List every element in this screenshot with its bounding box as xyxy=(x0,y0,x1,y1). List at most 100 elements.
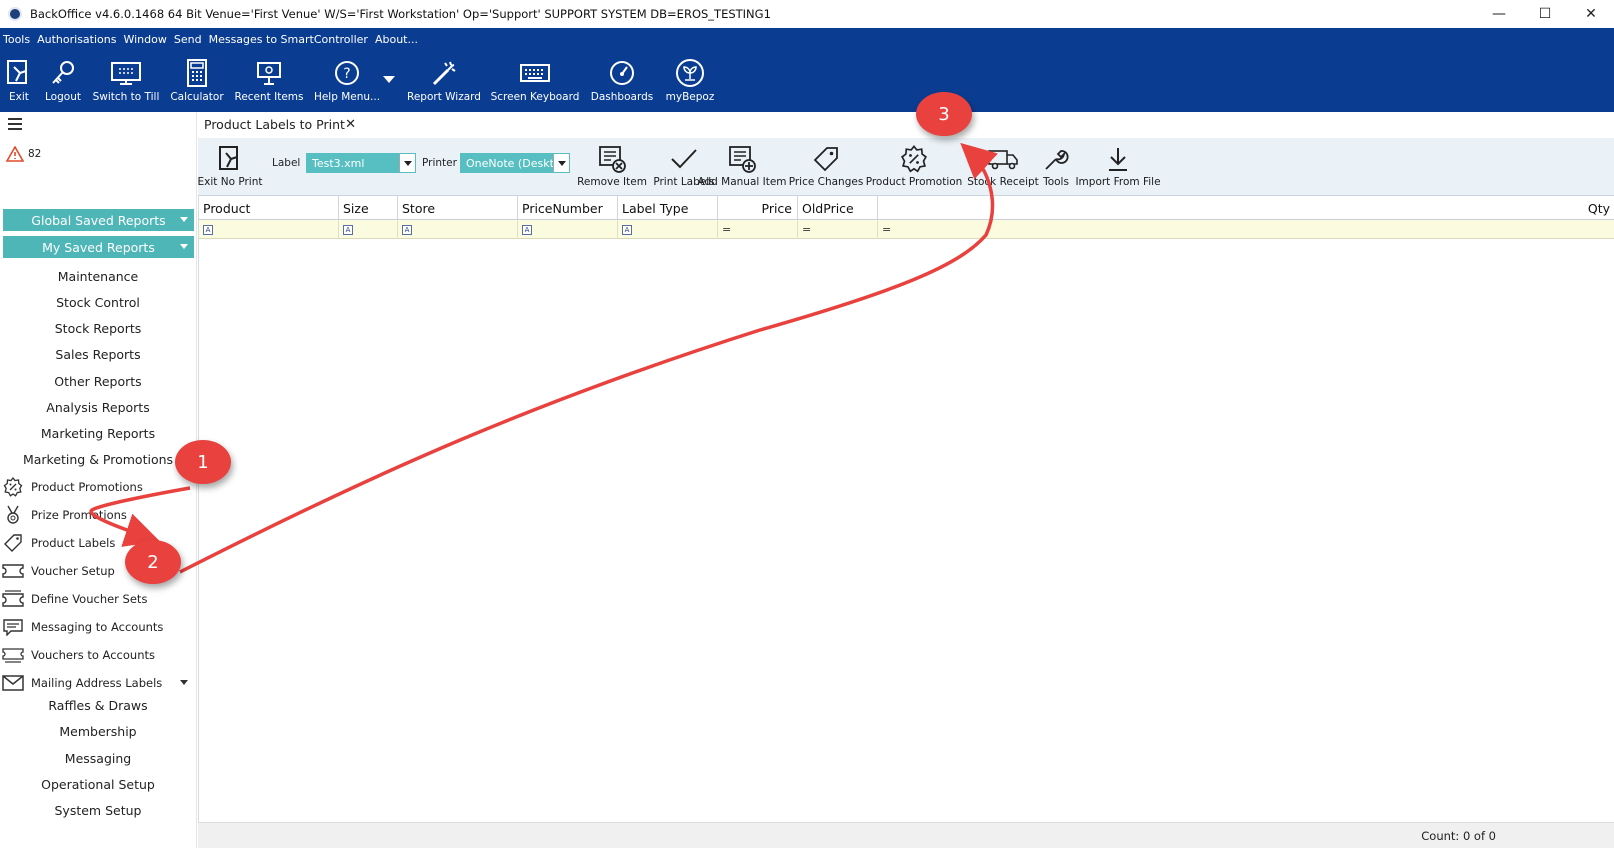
add-item-icon xyxy=(724,142,760,176)
column-header-pricenumber[interactable]: PriceNumber xyxy=(518,196,618,220)
help-menu-button[interactable]: ? Help Menu... xyxy=(314,50,380,112)
my-saved-reports-button[interactable]: My Saved Reports xyxy=(3,236,194,258)
report-wizard-button[interactable]: Report Wizard xyxy=(407,50,481,112)
filter-size[interactable]: A xyxy=(339,220,398,239)
calculator-icon xyxy=(179,56,215,90)
minimize-button[interactable]: — xyxy=(1476,0,1522,28)
close-window-button[interactable]: ✕ xyxy=(1568,0,1614,28)
app-logo-icon xyxy=(8,7,22,21)
sidebar-item-stock-control[interactable]: Stock Control xyxy=(0,295,196,310)
filter-product[interactable]: A xyxy=(199,220,339,239)
filter-oldprice[interactable]: = xyxy=(798,220,878,239)
add-manual-item-button[interactable]: Add Manual Item xyxy=(697,138,787,196)
recent-items-button[interactable]: Recent Items xyxy=(235,50,304,112)
sidebar-item-stock-reports[interactable]: Stock Reports xyxy=(0,321,196,336)
sidebar-item-marketing-reports[interactable]: Marketing Reports xyxy=(0,426,196,441)
text-filter-icon: A xyxy=(203,224,213,235)
sidebar-item-operational-setup[interactable]: Operational Setup xyxy=(0,777,196,792)
exit-no-print-button[interactable]: Exit No Print xyxy=(198,138,263,196)
tag-icon xyxy=(2,532,24,554)
filter-pricenumber[interactable]: A xyxy=(518,220,618,239)
logout-button[interactable]: Logout xyxy=(42,50,84,112)
sidebar-item-mailing-address-labels[interactable]: Mailing Address Labels xyxy=(0,672,196,694)
product-promotion-button[interactable]: Product Promotion xyxy=(866,138,962,196)
annotation-marker-1: 1 xyxy=(175,440,231,484)
calculator-button[interactable]: Calculator xyxy=(169,50,225,112)
column-header-price[interactable]: Price xyxy=(718,196,798,220)
global-saved-reports-button[interactable]: Global Saved Reports xyxy=(3,209,194,231)
sidebar-item-messaging-to-accounts[interactable]: Messaging to Accounts xyxy=(0,616,196,638)
switch-to-till-button[interactable]: Switch to Till xyxy=(93,50,159,112)
menu-about[interactable]: About... xyxy=(375,33,418,46)
price-changes-button[interactable]: Price Changes xyxy=(789,138,863,196)
labels-toolbar: Exit No Print Label Test3.xml Printer On… xyxy=(198,138,1614,196)
filter-qty[interactable]: = xyxy=(878,220,1614,239)
close-tab-icon[interactable]: ✕ xyxy=(345,117,356,132)
column-header-store[interactable]: Store xyxy=(398,196,518,220)
chevron-down-icon[interactable] xyxy=(180,680,188,685)
sidebar-item-system-setup[interactable]: System Setup xyxy=(0,803,196,818)
sidebar-item-product-promotions[interactable]: Product Promotions xyxy=(0,476,196,498)
menu-authorisations[interactable]: Authorisations xyxy=(37,33,116,46)
menu-bar: Tools Authorisations Window Send Message… xyxy=(0,28,425,50)
voucher-icon xyxy=(2,560,24,582)
printer-select[interactable]: OneNote (Deskto xyxy=(460,153,570,173)
filter-store[interactable]: A xyxy=(398,220,518,239)
record-count: Count: 0 of 0 xyxy=(1421,829,1496,843)
chevron-down-icon xyxy=(180,217,188,222)
screen-keyboard-button[interactable]: Screen Keyboard xyxy=(491,50,579,112)
column-header-product[interactable]: Product xyxy=(199,196,339,220)
column-header-qty[interactable]: Qty xyxy=(878,196,1614,220)
menu-messages-to-smartcontroller[interactable]: Messages to SmartController xyxy=(209,33,368,46)
alerts-indicator[interactable]: 82 xyxy=(6,146,41,162)
column-header-oldprice[interactable]: OldPrice xyxy=(798,196,878,220)
column-header-size[interactable]: Size xyxy=(339,196,398,220)
remove-item-icon xyxy=(594,142,630,176)
menu-tools[interactable]: Tools xyxy=(3,33,30,46)
filter-label-type[interactable]: A xyxy=(618,220,718,239)
exit-button[interactable]: Exit xyxy=(3,50,35,112)
maximize-button[interactable]: ☐ xyxy=(1522,0,1568,28)
sidebar-item-messaging[interactable]: Messaging xyxy=(0,751,196,766)
menu-window[interactable]: Window xyxy=(123,33,166,46)
gauge-icon xyxy=(604,56,640,90)
equals-filter-icon: = xyxy=(882,223,892,236)
sidebar-item-analysis-reports[interactable]: Analysis Reports xyxy=(0,400,196,415)
sidebar-item-marketing-promotions[interactable]: Marketing & Promotions xyxy=(0,452,196,467)
dashboards-button[interactable]: Dashboards xyxy=(591,50,653,112)
column-header-label-type[interactable]: Label Type xyxy=(618,196,718,220)
sidebar-item-prize-promotions[interactable]: Prize Promotions xyxy=(0,504,196,526)
sidebar-item-maintenance[interactable]: Maintenance xyxy=(0,269,196,284)
label-file-select[interactable]: Test3.xml xyxy=(306,153,416,173)
sidebar-item-other-reports[interactable]: Other Reports xyxy=(0,374,196,389)
title-bar: BackOffice v4.6.0.1468 64 Bit Venue='Fir… xyxy=(0,0,1614,28)
text-filter-icon: A xyxy=(402,224,412,235)
hamburger-menu-icon[interactable] xyxy=(8,118,22,130)
stock-receipt-button[interactable]: Stock Receipt xyxy=(967,138,1039,196)
labels-grid: Product Size Store PriceNumber Label Typ… xyxy=(198,196,1614,822)
sidebar-item-membership[interactable]: Membership xyxy=(0,724,196,739)
remove-item-button[interactable]: Remove Item xyxy=(577,138,647,196)
chevron-down-icon[interactable] xyxy=(553,154,569,172)
equals-filter-icon: = xyxy=(802,223,812,236)
exit-icon xyxy=(212,142,248,176)
tab-strip: Product Labels to Print ✕ xyxy=(198,112,1614,138)
mybepoz-button[interactable]: myBepoz xyxy=(664,50,716,112)
import-from-file-button[interactable]: Import From File xyxy=(1075,138,1161,196)
menu-send[interactable]: Send xyxy=(174,33,202,46)
sidebar-item-define-voucher-sets[interactable]: Define Voucher Sets xyxy=(0,588,196,610)
chevron-down-icon[interactable] xyxy=(399,154,415,172)
annotation-marker-2: 2 xyxy=(125,540,181,584)
truck-icon xyxy=(985,142,1021,176)
sidebar-item-raffles-draws[interactable]: Raffles & Draws xyxy=(0,698,196,713)
tools-button[interactable]: Tools xyxy=(1038,138,1074,196)
printer-caption: Printer xyxy=(422,157,457,169)
medal-icon xyxy=(2,504,24,526)
sidebar-item-vouchers-to-accounts[interactable]: Vouchers to Accounts xyxy=(0,644,196,666)
message-accounts-icon xyxy=(2,616,24,638)
help-menu-dropdown-icon[interactable] xyxy=(383,76,395,83)
svg-text:?: ? xyxy=(343,66,350,82)
tab-product-labels-to-print[interactable]: Product Labels to Print ✕ xyxy=(198,112,364,138)
sidebar-item-sales-reports[interactable]: Sales Reports xyxy=(0,347,196,362)
filter-price[interactable]: = xyxy=(718,220,798,239)
